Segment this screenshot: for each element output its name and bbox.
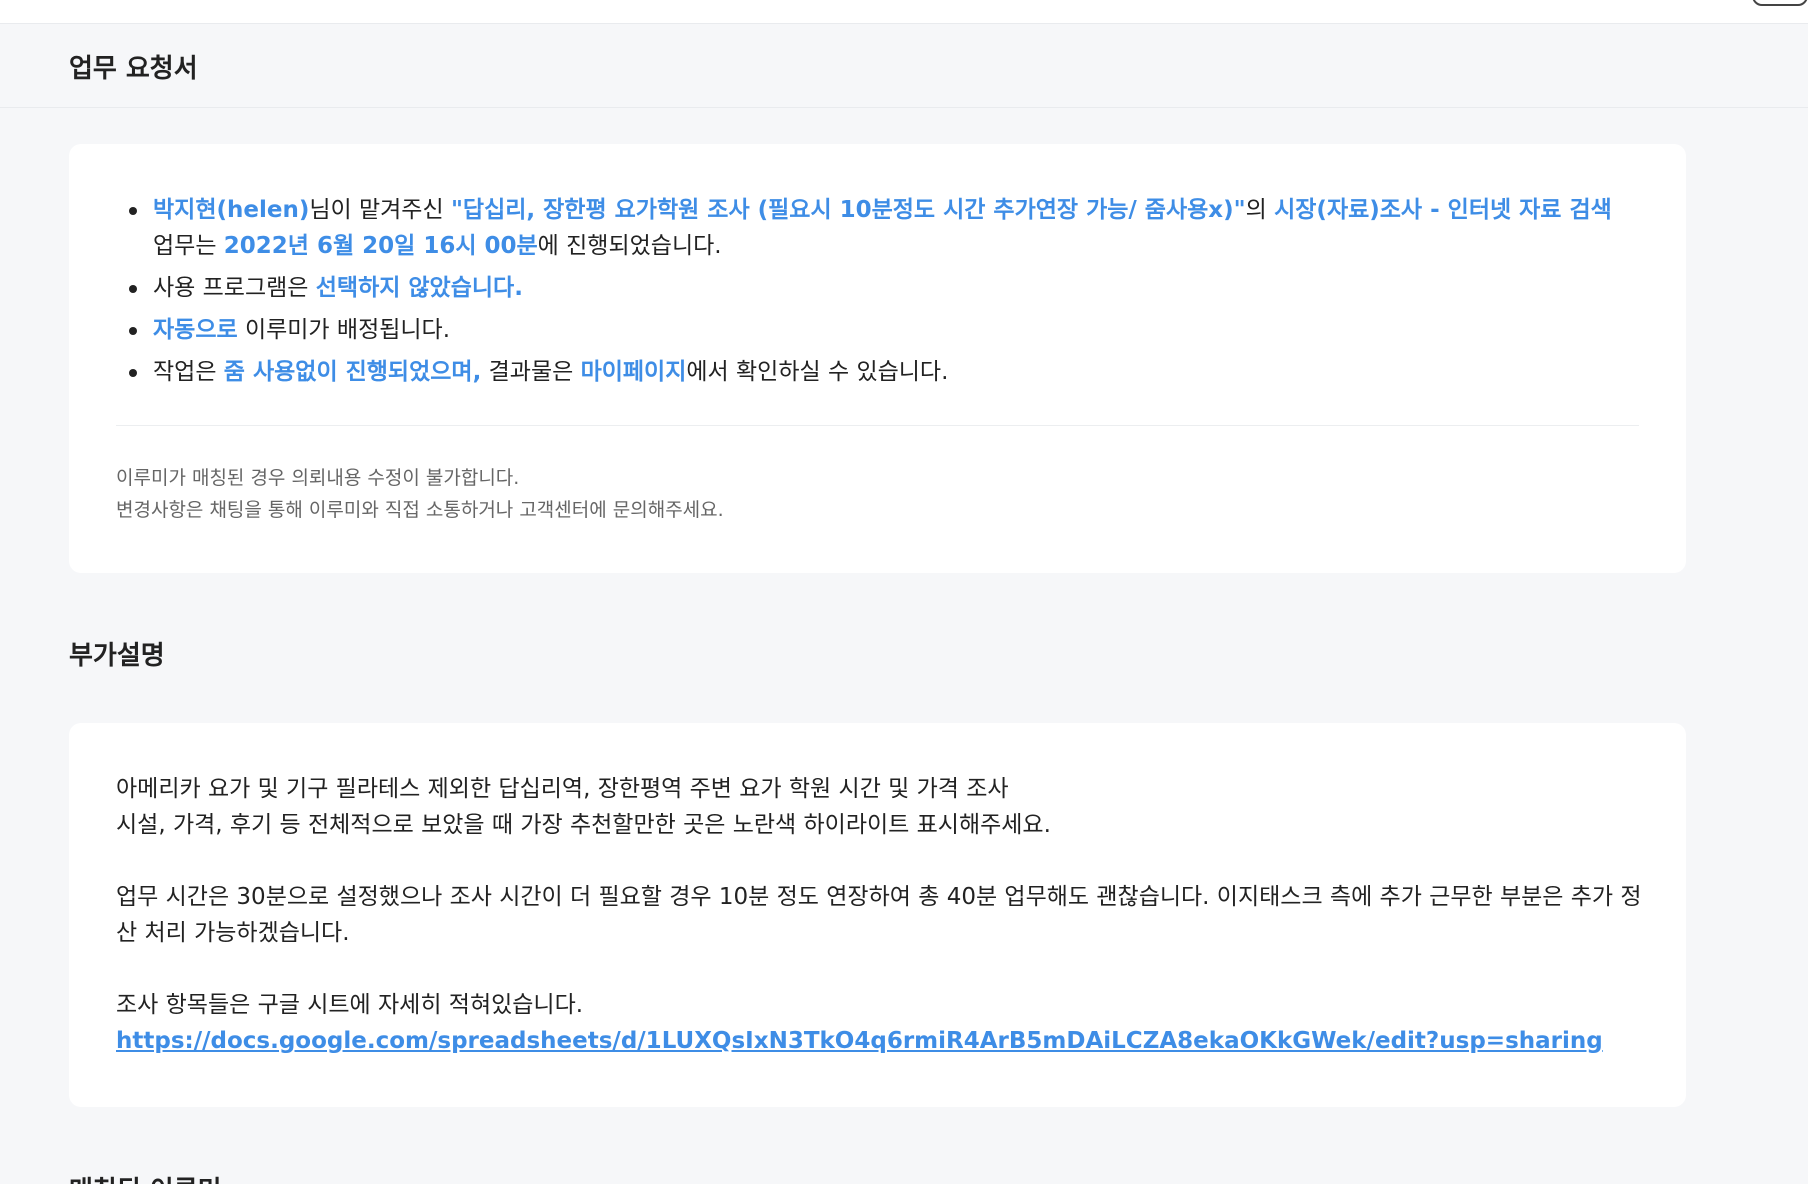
auto-assign-text: 자동으로 xyxy=(153,317,238,343)
description-line: 아메리카 요가 및 기구 필라테스 제외한 답십리역, 장한평역 주변 요가 학… xyxy=(116,776,1009,802)
matched-title: 매칭된 이루미 xyxy=(69,1170,222,1184)
program-value: 선택하지 않았습니다. xyxy=(315,275,523,301)
list-item: 작업은 줌 사용없이 진행되었으며, 결과물은 마이페이지에서 확인하실 수 있… xyxy=(129,354,1633,390)
task-datetime: 2022년 6월 20일 16시 00분 xyxy=(223,233,538,259)
zoom-status: 줌 사용없이 진행되었으며, xyxy=(223,359,482,385)
requester-name: 박지현(helen) xyxy=(153,197,310,223)
google-sheet-link[interactable]: https://docs.google.com/spreadsheets/d/1… xyxy=(116,1028,1603,1054)
description-paragraph: 아메리카 요가 및 기구 필라테스 제외한 답십리역, 장한평역 주변 요가 학… xyxy=(116,771,1646,843)
request-summary-list: 박지현(helen)님이 맡겨주신 "답십리, 장한평 요가학원 조사 (필요시… xyxy=(129,192,1633,396)
list-item: 박지현(helen)님이 맡겨주신 "답십리, 장한평 요가학원 조사 (필요시… xyxy=(129,192,1633,264)
description-line: 시설, 가격, 후기 등 전체적으로 보았을 때 가장 추천할만한 곳은 노란색… xyxy=(116,812,1051,838)
top-bar xyxy=(0,0,1808,24)
page-title: 업무 요청서 xyxy=(69,54,198,84)
description-paragraph: 업무 시간은 30분으로 설정했으나 조사 시간이 더 필요할 경우 10분 정… xyxy=(116,884,1642,946)
task-title: "답십리, 장한평 요가학원 조사 (필요시 10분정도 시간 추가연장 가능/… xyxy=(450,197,1246,223)
divider xyxy=(116,425,1639,426)
static-text: 님이 맡겨주신 xyxy=(309,197,451,223)
static-text: 에서 확인하실 수 있습니다. xyxy=(686,359,949,385)
description-line: 조사 항목들은 구글 시트에 자세히 적혀있습니다. xyxy=(116,992,584,1018)
mypage-link[interactable]: 마이페이지 xyxy=(581,359,687,385)
static-text: 의 xyxy=(1245,197,1275,223)
notice-line: 변경사항은 채팅을 통해 이루미와 직접 소통하거나 고객센터에 문의해주세요. xyxy=(116,499,724,521)
static-text: 에 진행되었습니다. xyxy=(537,233,722,259)
list-item: 자동으로 이루미가 배정됩니다. xyxy=(129,312,1633,348)
notice-line: 이루미가 매칭된 경우 의뢰내용 수정이 불가합니다. xyxy=(116,467,520,489)
static-text: 사용 프로그램은 xyxy=(153,275,316,301)
static-text: 이루미가 배정됩니다. xyxy=(237,317,451,343)
description-card: 아메리카 요가 및 기구 필라테스 제외한 답십리역, 장한평역 주변 요가 학… xyxy=(69,723,1686,1107)
description-title: 부가설명 xyxy=(69,641,165,671)
request-summary-card: 박지현(helen)님이 맡겨주신 "답십리, 장한평 요가학원 조사 (필요시… xyxy=(69,144,1686,573)
static-text: 작업은 xyxy=(153,359,224,385)
page-header: 업무 요청서 xyxy=(0,24,1808,108)
description-body: 아메리카 요가 및 기구 필라테스 제외한 답십리역, 장한평역 주변 요가 학… xyxy=(116,771,1646,1095)
static-text: 업무는 xyxy=(153,233,224,259)
notice-text: 이루미가 매칭된 경우 의뢰내용 수정이 불가합니다. 변경사항은 채팅을 통해… xyxy=(116,462,724,526)
list-item: 사용 프로그램은 선택하지 않았습니다. xyxy=(129,270,1633,306)
static-text: 결과물은 xyxy=(481,359,581,385)
profile-button[interactable] xyxy=(1752,0,1808,6)
task-category: 시장(자료)조사 - 인터넷 자료 검색 xyxy=(1274,197,1612,223)
description-paragraph: 조사 항목들은 구글 시트에 자세히 적혀있습니다. https://docs.… xyxy=(116,987,1646,1059)
